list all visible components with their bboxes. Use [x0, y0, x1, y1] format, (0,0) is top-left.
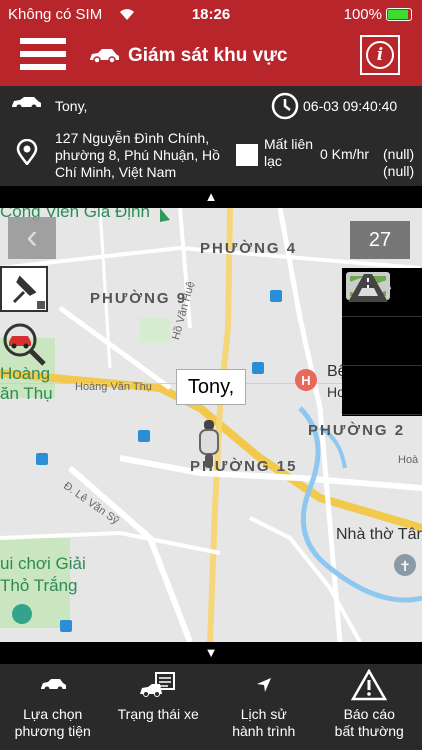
navigation-arrow-icon: [256, 678, 271, 692]
pin-tool-button[interactable]: [0, 266, 48, 312]
app-header: Giám sát khu vực i: [0, 30, 422, 86]
map-label-park-hoang: Hoàng: [0, 364, 51, 383]
map-label-amusement: ui chơi Giải: [0, 554, 86, 573]
map-layer-satellite-button[interactable]: [342, 277, 422, 366]
chevron-left-icon: ‹: [26, 218, 38, 256]
map-view[interactable]: H ✝ Công Viên Gia Định PHƯỜNG 4 PHƯỜNG 9…: [0, 208, 422, 642]
connection-status: Mất liên lạc: [264, 136, 314, 169]
value-field-2: (null): [383, 163, 415, 179]
nav-label: phương tiện: [14, 723, 91, 739]
map-label-ward-4: PHƯỜNG 4: [200, 240, 298, 257]
page-title: Giám sát khu vực: [128, 45, 288, 66]
collapse-panel-button[interactable]: ▲: [0, 186, 422, 208]
nav-label: bất thường: [334, 723, 404, 739]
battery-percent: 100%: [343, 6, 382, 23]
map-label-hoa: Hoà: [398, 454, 419, 466]
map-layer-panel: [342, 268, 422, 416]
menu-icon: [20, 38, 66, 44]
warning-icon: [351, 669, 388, 701]
connection-status-box: [236, 144, 258, 166]
nav-trip-history[interactable]: Lịch sử hành trình: [211, 664, 317, 750]
map-label-ward-2: PHƯỜNG 2: [308, 422, 406, 439]
location-pin-icon: [16, 139, 38, 165]
car-icon: [40, 679, 66, 692]
bottom-navigation: Lựa chọn phương tiện Trạng thái xe Lịch …: [0, 664, 422, 750]
value-field-1: (null): [383, 146, 415, 162]
nav-label: hành trình: [232, 723, 296, 739]
last-update-datetime: 06-03 09:40:40: [303, 98, 398, 114]
info-icon: i: [366, 41, 394, 69]
expand-panel-button[interactable]: ▼: [0, 642, 422, 664]
car-icon: [12, 97, 41, 110]
map-label-park-van-thu: ăn Thụ: [0, 384, 53, 403]
vehicle-marker-label: Tony,: [176, 369, 246, 405]
map-label-street-hvt: Hoàng Văn Thụ: [75, 381, 152, 393]
car-icon: [90, 49, 119, 64]
svg-text:H: H: [301, 373, 310, 388]
vehicle-name: Tony,: [55, 98, 88, 114]
info-button[interactable]: i: [360, 35, 400, 75]
vehicle-info-panel: Tony, 06-03 09:40:40 127 Nguyễn Đình Chí…: [0, 86, 422, 186]
nav-label: Lịch sử: [240, 706, 287, 722]
truck-status-icon: [140, 672, 176, 697]
search-car-button[interactable]: [0, 320, 48, 366]
battery-icon: [386, 8, 412, 21]
nav-label: Lựa chọn: [23, 706, 83, 722]
motorbike-marker-icon[interactable]: [196, 420, 222, 468]
zoom-level: 27: [350, 221, 410, 259]
map-label-church: Nhà thờ Tân: [336, 526, 422, 543]
road-car-icon: [348, 274, 388, 302]
nav-abnormal-report[interactable]: Báo cáo bất thường: [317, 664, 422, 750]
map-label-ward-9: PHƯỜNG 9: [90, 290, 188, 307]
menu-button[interactable]: [20, 38, 66, 76]
nav-label: Báo cáo: [343, 706, 395, 722]
vehicle-address: 127 Nguyễn Đình Chính, phường 8, Phú Nhu…: [55, 130, 220, 180]
svg-text:✝: ✝: [399, 558, 411, 574]
clock-icon: [271, 92, 299, 120]
vehicle-speed: 0 Km/hr: [320, 146, 370, 162]
status-bar: Không có SIM 18:26 100%: [0, 0, 422, 30]
map-layer-street-button[interactable]: [342, 274, 422, 415]
nav-select-vehicle[interactable]: Lựa chọn phương tiện: [0, 664, 106, 750]
map-label-amusement-2: Thỏ Trắng: [0, 576, 78, 595]
back-button[interactable]: ‹: [8, 217, 56, 259]
nav-vehicle-status[interactable]: Trạng thái xe: [106, 664, 212, 750]
nav-label: Trạng thái xe: [117, 706, 199, 722]
